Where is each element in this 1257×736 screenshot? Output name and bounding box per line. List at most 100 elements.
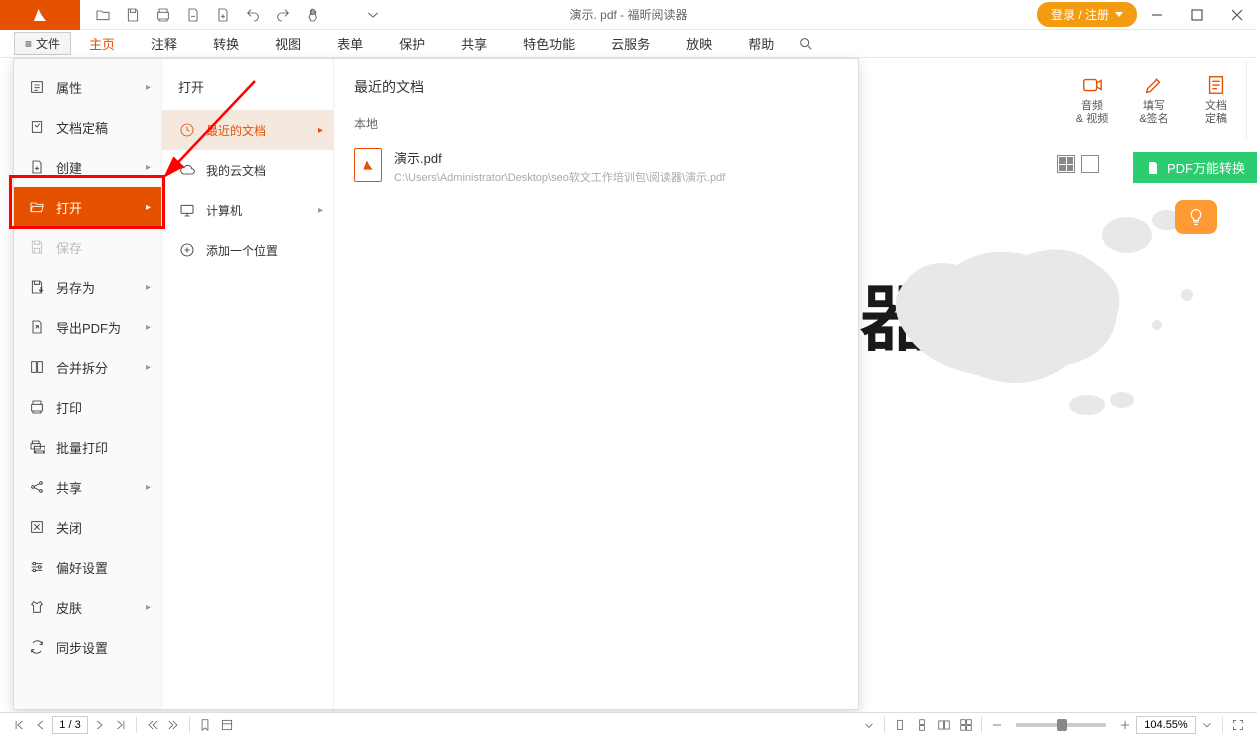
save-icon[interactable] [118,0,148,30]
file-menu-item-label: 文档定稿 [56,118,108,137]
zoom-slider[interactable] [1016,723,1106,727]
recent-file-item[interactable]: 演示.pdfC:\Users\Administrator\Desktop\seo… [354,140,838,193]
close-button[interactable] [1217,0,1257,30]
zoom-out-icon[interactable] [986,714,1008,736]
tab-annotate[interactable]: 注释 [133,30,195,58]
file-menu-item-label: 另存为 [56,278,95,297]
tab-help[interactable]: 帮助 [730,30,792,58]
pdf-file-icon [354,148,382,182]
pdf-convert-label: PDF万能转换 [1167,158,1245,177]
page-plus-icon[interactable] [208,0,238,30]
tab-home[interactable]: 主页 [71,30,133,58]
bookmark-icon[interactable] [194,714,216,736]
zoom-in-icon[interactable] [1114,714,1136,736]
page-view-icon[interactable] [1081,155,1099,173]
tab-present[interactable]: 放映 [668,30,730,58]
tab-cloud[interactable]: 云服务 [593,30,668,58]
file-menu-item-label: 导出PDF为 [56,318,121,337]
hand-icon[interactable] [298,0,328,30]
merge-icon [28,358,46,376]
facing-continuous-icon[interactable] [955,714,977,736]
open-source-add[interactable]: 添加一个位置 [162,230,333,270]
cloud-icon [178,162,196,178]
tab-features[interactable]: 特色功能 [505,30,593,58]
continuous-icon[interactable] [911,714,933,736]
file-menu-item-skin[interactable]: 皮肤 [14,587,161,627]
tab-form[interactable]: 表单 [319,30,381,58]
ribbon-finalize[interactable]: 文档定稿 [1194,74,1238,126]
tab-view[interactable]: 视图 [257,30,319,58]
file-menu-item-list[interactable]: 属性 [14,67,161,107]
file-menu-item-saveas[interactable]: 另存为 [14,267,161,307]
tab-share[interactable]: 共享 [443,30,505,58]
next-view-icon[interactable] [163,714,185,736]
newdoc-icon [28,158,46,176]
fullscreen-icon[interactable] [1227,714,1249,736]
file-menu-item-share[interactable]: 共享 [14,467,161,507]
qat-more-icon[interactable] [358,0,388,30]
ribbon-fill-sign[interactable]: 填写&签名 [1132,74,1176,126]
file-menu-item-merge[interactable]: 合并拆分 [14,347,161,387]
next-page-icon[interactable] [88,714,110,736]
file-menu-item-open[interactable]: 打开 [14,187,161,227]
share-icon [28,478,46,496]
file-menu-item-batchprint[interactable]: 批量打印 [14,427,161,467]
open-icon [28,198,46,216]
open-source-label: 最近的文档 [206,122,266,139]
file-menu-item-label: 皮肤 [56,598,82,617]
file-menu-item-pref[interactable]: 偏好设置 [14,547,161,587]
open-icon[interactable] [88,0,118,30]
pref-icon [28,558,46,576]
undo-icon[interactable] [238,0,268,30]
tab-protect[interactable]: 保护 [381,30,443,58]
window-title: 演示. pdf - 福昕阅读器 [569,6,687,23]
prev-view-icon[interactable] [141,714,163,736]
open-source-cloud[interactable]: 我的云文档 [162,150,333,190]
sb-collapse-icon[interactable] [858,714,880,736]
page-minus-icon[interactable] [178,0,208,30]
recent-file-name: 演示.pdf [394,148,725,167]
grid-view-icon[interactable] [1057,155,1075,173]
zoom-dropdown-icon[interactable] [1196,714,1218,736]
skin-icon [28,598,46,616]
last-page-icon[interactable] [110,714,132,736]
file-menu-item-close[interactable]: 关闭 [14,507,161,547]
page-input[interactable] [52,716,88,734]
ribbon-audio-video[interactable]: 音频& 视频 [1070,74,1114,126]
print-icon[interactable] [148,0,178,30]
layout-icon[interactable] [216,714,238,736]
open-source-label: 我的云文档 [206,162,266,179]
tab-convert[interactable]: 转换 [195,30,257,58]
print-icon [28,398,46,416]
first-page-icon[interactable] [8,714,30,736]
zoom-input[interactable] [1136,716,1196,734]
file-menu-item-print[interactable]: 打印 [14,387,161,427]
redo-icon[interactable] [268,0,298,30]
prev-page-icon[interactable] [30,714,52,736]
file-menu-item-newdoc[interactable]: 创建 [14,147,161,187]
col3-title: 最近的文档 [354,77,838,97]
ribbon-right-groups: 音频& 视频 填写&签名 文档定稿 [1070,60,1247,140]
file-menu-item-label: 创建 [56,158,82,177]
open-source-recent[interactable]: 最近的文档 [162,110,333,150]
list-icon [28,78,46,96]
facing-icon[interactable] [933,714,955,736]
login-button[interactable]: 登录 / 注册 [1037,2,1137,27]
titlebar: 演示. pdf - 福昕阅读器 登录 / 注册 [0,0,1257,30]
tips-button[interactable] [1175,200,1217,234]
single-page-icon[interactable] [889,714,911,736]
file-menu-item-label: 偏好设置 [56,558,108,577]
file-tab[interactable]: 文件 [14,32,71,55]
close-icon [28,518,46,536]
file-menu-item-export[interactable]: 导出PDF为 [14,307,161,347]
file-menu: 属性文档定稿创建打开保存另存为导出PDF为合并拆分打印批量打印共享关闭偏好设置皮… [13,58,859,710]
file-menu-item-stamp[interactable]: 文档定稿 [14,107,161,147]
col2-title: 打开 [162,59,333,110]
file-menu-item-sync[interactable]: 同步设置 [14,627,161,667]
maximize-button[interactable] [1177,0,1217,30]
file-menu-item-label: 属性 [56,78,82,97]
pdf-convert-button[interactable]: PDF万能转换 [1133,152,1257,183]
search-icon[interactable] [792,36,820,52]
open-source-computer[interactable]: 计算机 [162,190,333,230]
minimize-button[interactable] [1137,0,1177,30]
